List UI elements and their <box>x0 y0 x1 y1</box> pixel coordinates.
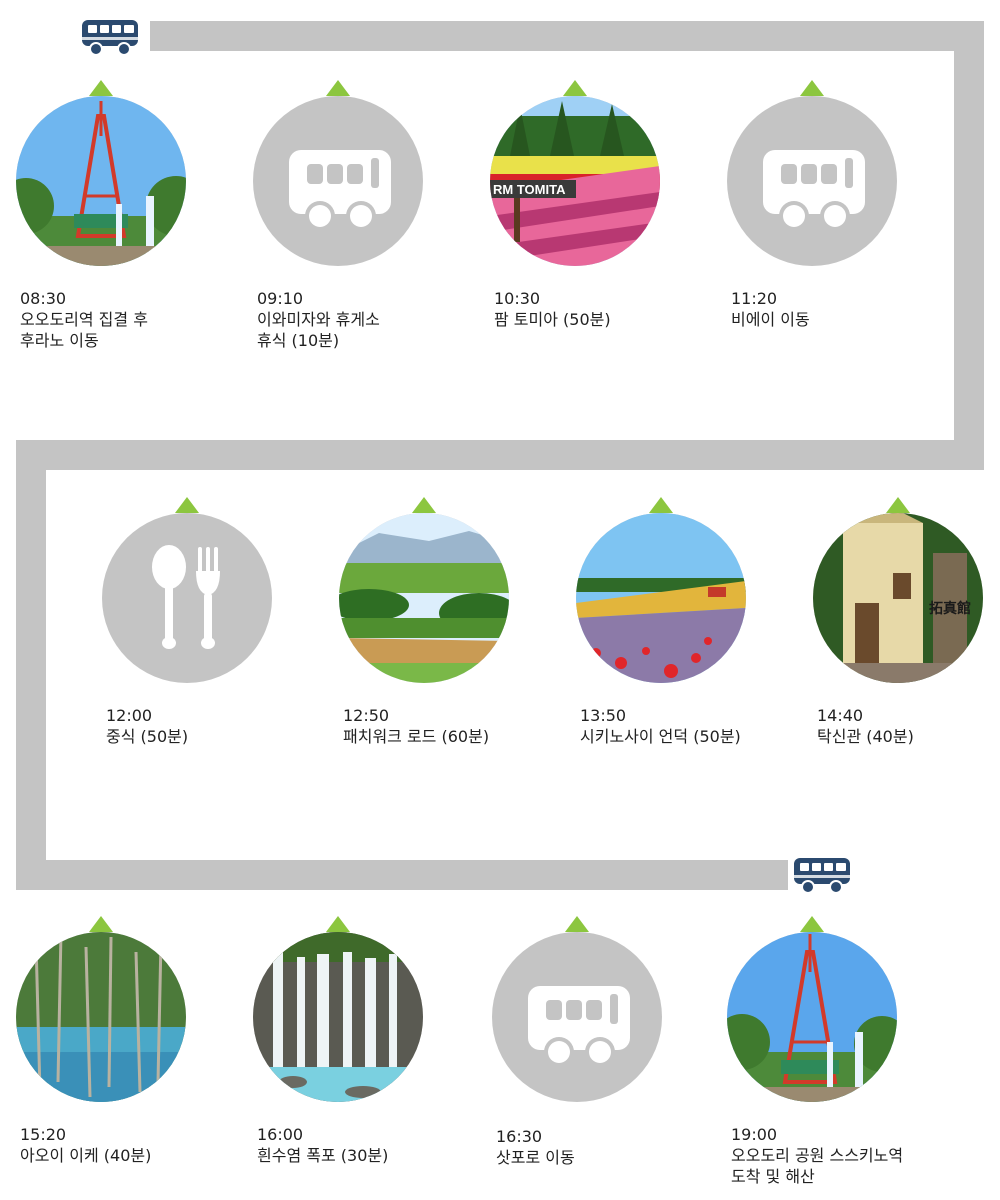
marker-triangle-icon <box>800 916 824 932</box>
stop-desc-line2: 도착 및 해산 <box>731 1167 815 1186</box>
stop-caption: 16:30 삿포로 이동 <box>496 1126 726 1168</box>
stop-desc-line2: 후라노 이동 <box>20 331 99 350</box>
stop-time: 13:50 <box>580 706 627 725</box>
route-track-left <box>16 440 46 890</box>
bus-start-icon <box>82 20 138 56</box>
route-track-bottom <box>16 860 788 890</box>
stop-caption: 16:00 흰수염 폭포 (30분) <box>257 1124 487 1166</box>
marker-triangle-icon <box>565 916 589 932</box>
stop-desc-line2: 휴식 (10분) <box>257 331 340 350</box>
stop-caption: 12:00 중식 (50분) <box>106 705 336 747</box>
bus-icon <box>253 96 423 266</box>
marker-triangle-icon <box>649 497 673 513</box>
stop-desc-line1: 오오도리 공원 스스키노역 <box>731 1146 904 1165</box>
bus-end-icon <box>794 858 850 894</box>
stop-caption: 08:30 오오도리역 집결 후 후라노 이동 <box>20 288 250 351</box>
stop-desc-line1: 탁신관 (40분) <box>817 727 914 746</box>
farm-tomita-photo: RM TOMITA <box>490 96 660 266</box>
stop-time: 12:50 <box>343 706 390 725</box>
marker-triangle-icon <box>175 497 199 513</box>
farm-sign-text: RM TOMITA <box>493 182 566 197</box>
marker-triangle-icon <box>412 497 436 513</box>
takushinkan-sign-text: 拓真館 <box>929 600 971 617</box>
stop-desc-line1: 비에이 이동 <box>731 310 810 329</box>
stop-caption: 11:20 비에이 이동 <box>731 288 961 330</box>
stop-time: 10:30 <box>494 289 541 308</box>
stop-time: 16:00 <box>257 1125 304 1144</box>
route-track-right <box>954 21 984 470</box>
stop-caption: 12:50 패치워크 로드 (60분) <box>343 705 573 747</box>
marker-triangle-icon <box>563 80 587 96</box>
shirahige-falls-photo <box>253 932 423 1102</box>
stop-time: 12:00 <box>106 706 153 725</box>
stop-time: 11:20 <box>731 289 778 308</box>
stop-caption: 09:10 이와미자와 휴게소 휴식 (10분) <box>257 288 487 351</box>
stop-desc-line1: 패치워크 로드 (60분) <box>343 727 490 746</box>
patchwork-road-photo <box>339 513 509 683</box>
route-track-top <box>150 21 984 51</box>
stop-time: 15:20 <box>20 1125 67 1144</box>
route-track-middle <box>16 440 984 470</box>
stop-caption: 10:30 팜 토미아 (50분) <box>494 288 724 330</box>
stop-desc-line1: 흰수염 폭포 (30분) <box>257 1146 389 1165</box>
stop-desc-line1: 오오도리역 집결 후 <box>20 310 148 329</box>
shikisai-hill-photo <box>576 513 746 683</box>
stop-time: 08:30 <box>20 289 67 308</box>
marker-triangle-icon <box>89 916 113 932</box>
bus-icon <box>727 96 897 266</box>
stop-desc-line1: 삿포로 이동 <box>496 1148 575 1167</box>
stop-desc-line1: 아오이 이케 (40분) <box>20 1146 152 1165</box>
stop-caption: 15:20 아오이 이케 (40분) <box>20 1124 250 1166</box>
marker-triangle-icon <box>326 80 350 96</box>
marker-triangle-icon <box>886 497 910 513</box>
stop-desc-line1: 시키노사이 언덕 (50분) <box>580 727 741 746</box>
stop-time: 19:00 <box>731 1125 778 1144</box>
stop-time: 16:30 <box>496 1127 543 1146</box>
stop-desc-line1: 이와미자와 휴게소 <box>257 310 380 329</box>
stop-desc-line1: 중식 (50분) <box>106 727 189 746</box>
sapporo-tv-tower-photo <box>727 932 897 1102</box>
stop-time: 09:10 <box>257 289 304 308</box>
stop-caption: 19:00 오오도리 공원 스스키노역 도착 및 해산 <box>731 1124 961 1187</box>
spoon-fork-icon <box>102 513 272 683</box>
stop-caption: 14:40 탁신관 (40분) <box>817 705 1000 747</box>
bus-icon <box>492 932 662 1102</box>
sapporo-tv-tower-photo <box>16 96 186 266</box>
marker-triangle-icon <box>326 916 350 932</box>
marker-triangle-icon <box>800 80 824 96</box>
takushinkan-photo: 拓真館 <box>813 513 983 683</box>
stop-time: 14:40 <box>817 706 864 725</box>
stop-caption: 13:50 시키노사이 언덕 (50분) <box>580 705 810 747</box>
marker-triangle-icon <box>89 80 113 96</box>
blue-pond-photo <box>16 932 186 1102</box>
stop-desc-line1: 팜 토미아 (50분) <box>494 310 611 329</box>
